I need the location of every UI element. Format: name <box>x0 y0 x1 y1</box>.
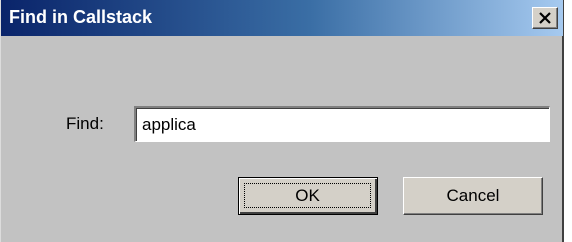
ok-button[interactable]: OK <box>238 177 378 215</box>
cancel-button-label: Cancel <box>446 186 500 205</box>
dialog-title: Find in Callstack <box>9 7 153 27</box>
close-button[interactable] <box>532 7 558 29</box>
find-label: Find: <box>66 114 104 133</box>
focus-rectangle: OK <box>244 183 371 208</box>
ok-button-label: OK <box>295 185 320 205</box>
find-in-callstack-dialog: Find in Callstack Find: OK Cancel <box>0 0 564 242</box>
close-icon <box>539 12 551 24</box>
find-input[interactable] <box>134 106 550 142</box>
cancel-button[interactable]: Cancel <box>403 177 543 215</box>
title-bar[interactable]: Find in Callstack <box>1 0 563 36</box>
